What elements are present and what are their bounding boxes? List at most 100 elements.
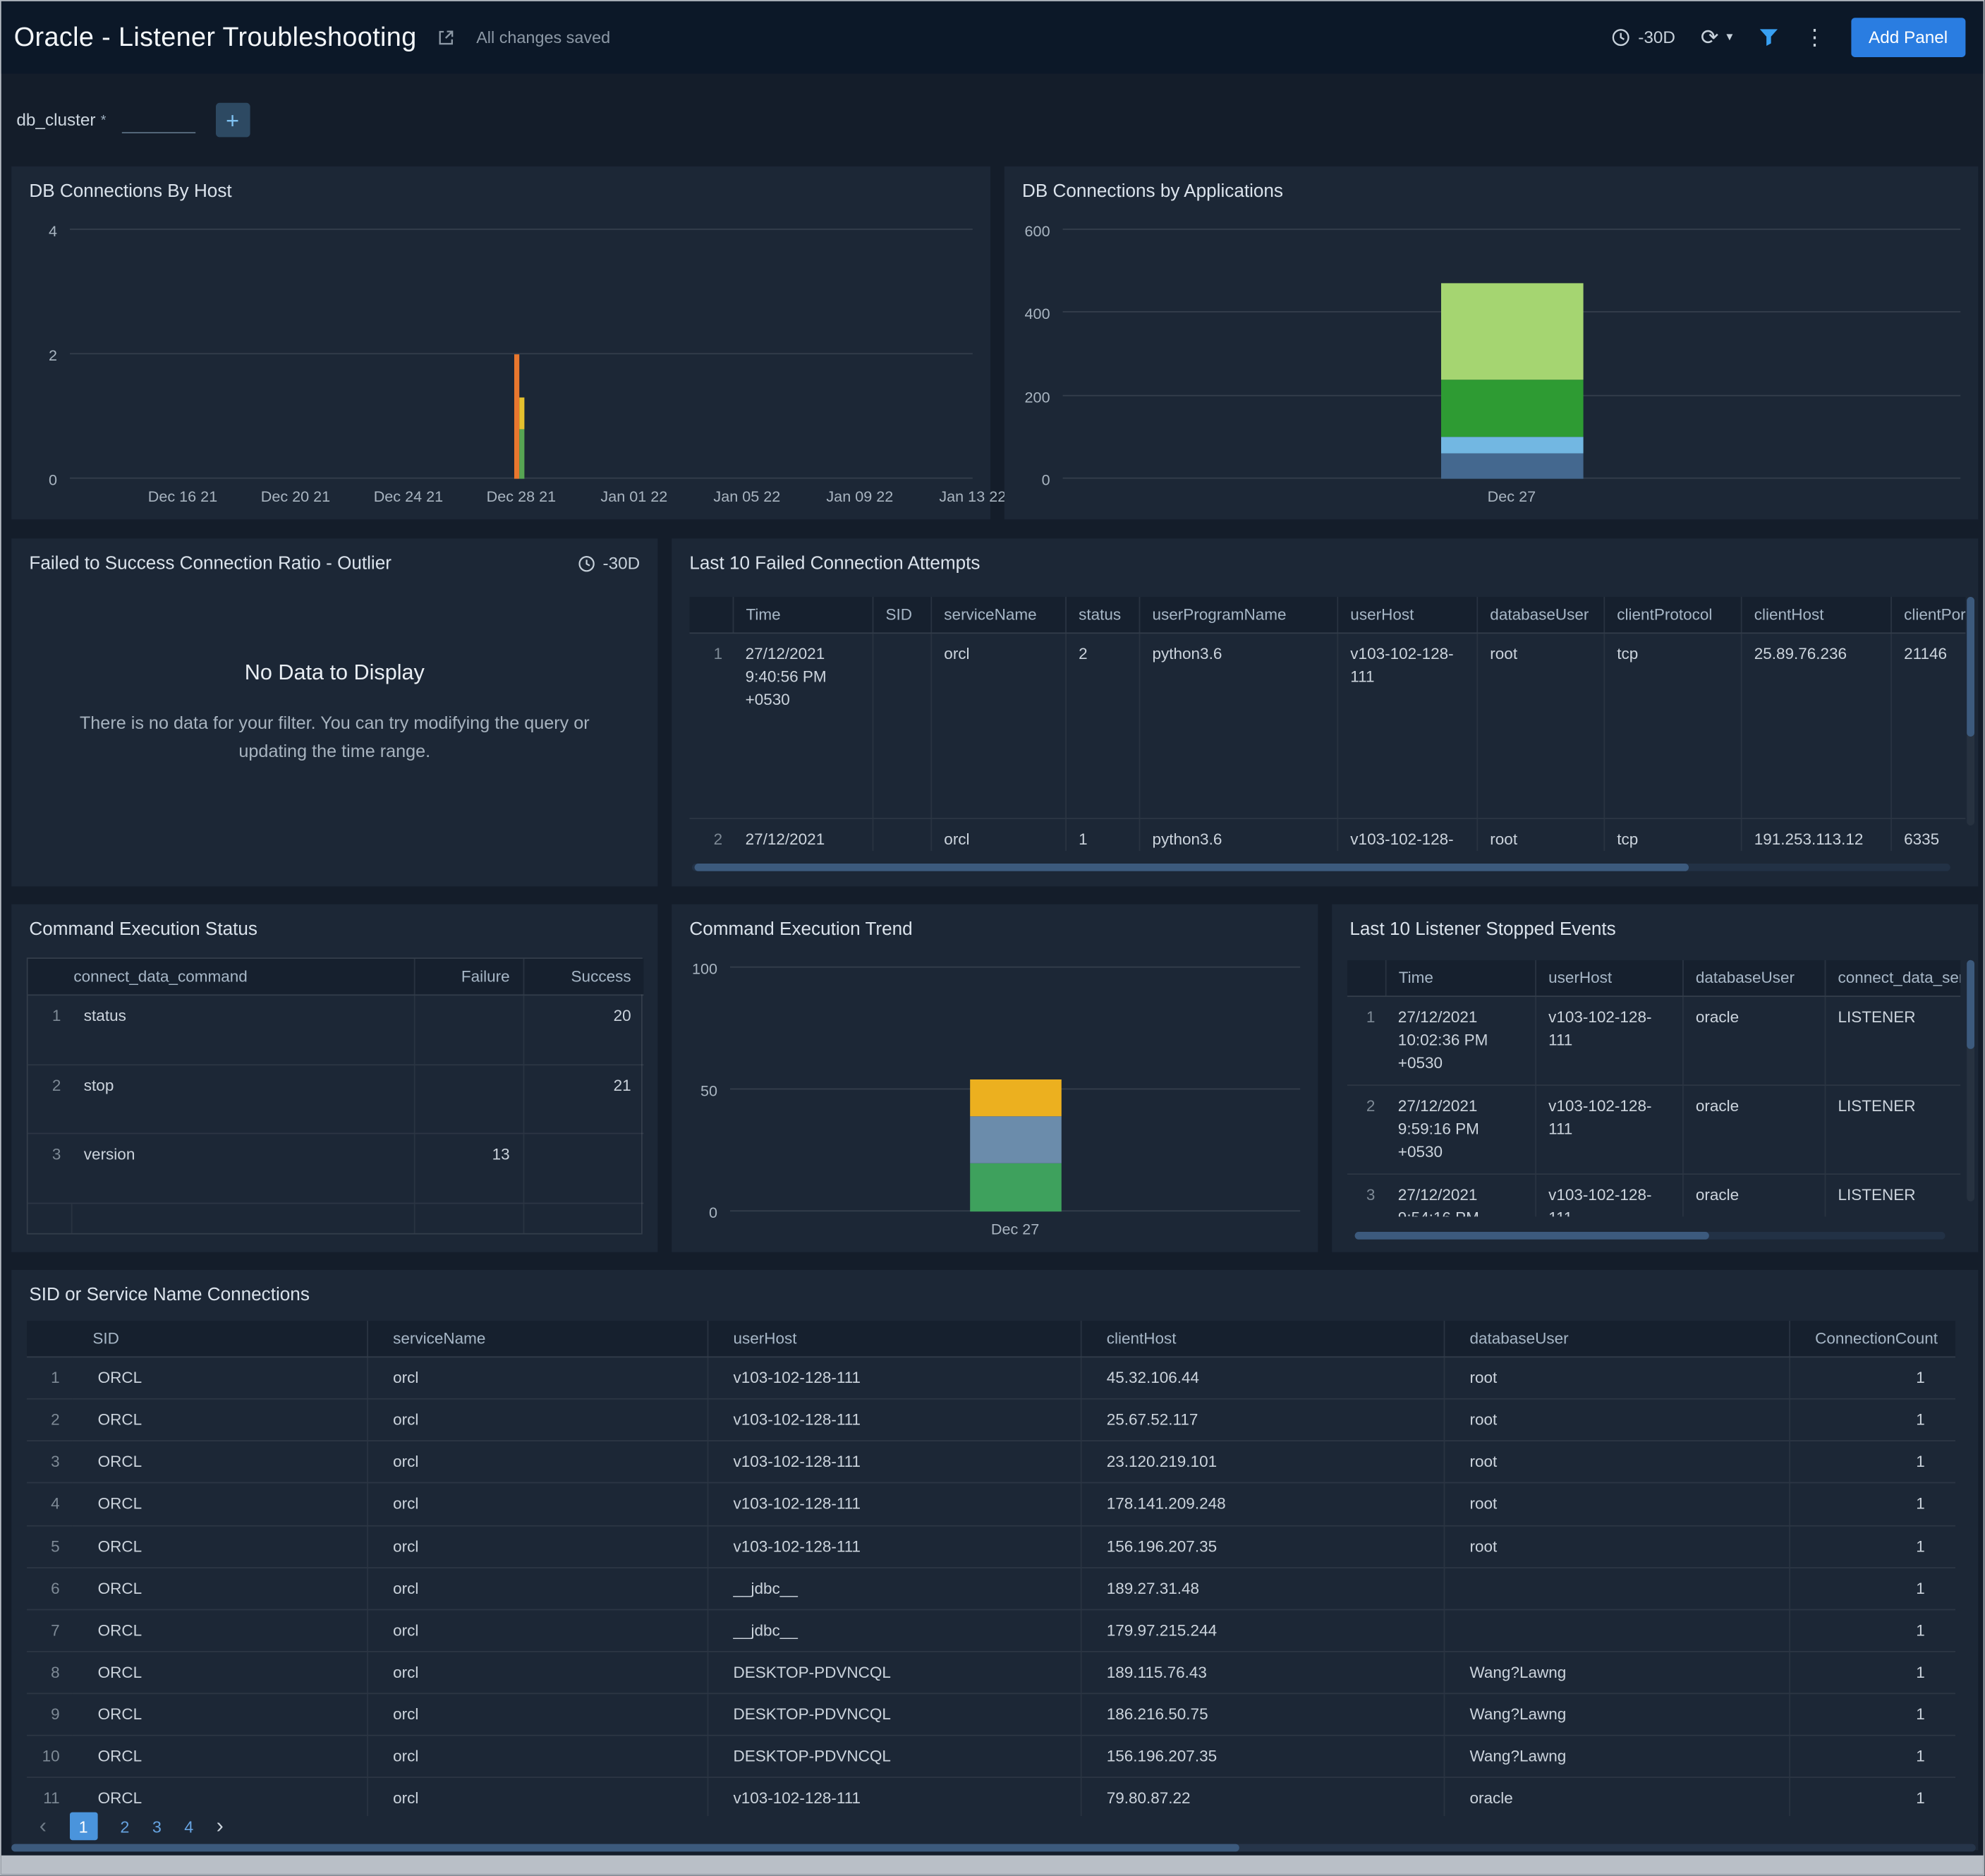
bar-segment [520,429,525,479]
col-connect-data-command[interactable]: connect_data_command [28,959,414,995]
gridline [70,353,973,354]
scrollbar-thumb[interactable] [1967,597,1974,737]
page-button-2[interactable]: 2 [120,1817,129,1836]
col-client-host[interactable]: clientHost [1741,597,1890,633]
refresh-icon: ⟳ [1701,27,1719,49]
page-horizontal-scrollbar[interactable] [11,1844,1976,1852]
refresh-control[interactable]: ⟳ ▾ [1701,27,1733,49]
col-database-user[interactable]: databaseUser [1444,1321,1790,1357]
cell-client-host: 156.196.207.35 [1081,1736,1444,1778]
col-database-user[interactable]: databaseUser [1476,597,1603,633]
clock-icon [578,555,595,572]
row-index: 2 [1347,1085,1385,1174]
row-index: 3 [27,1441,73,1484]
table-row: 2 stop 21 [28,1064,644,1133]
panel-time-range[interactable]: -30D [578,554,641,573]
page-button-1[interactable]: 1 [69,1813,97,1841]
db-cluster-input[interactable] [121,107,195,133]
col-status[interactable]: status [1065,597,1139,633]
cell-service-name: orcl [367,1736,707,1778]
cell-service-name: orcl [367,1441,707,1484]
vertical-scrollbar[interactable] [1967,960,1974,1202]
cell-user-host: v103-102-128-111 [708,1441,1081,1484]
x-tick-label: Dec 28 21 [487,488,556,505]
col-time[interactable]: Time [733,597,873,633]
col-user-program-name[interactable]: userProgramName [1139,597,1337,633]
add-filter-button[interactable]: + [215,103,250,138]
page-button-4[interactable]: 4 [184,1817,193,1836]
time-range-control[interactable]: -30D [1611,28,1675,47]
cell-connect-data-serv: LISTENER [1825,1085,1961,1174]
col-sid[interactable]: SID [27,1321,367,1357]
x-tick-label: Jan 05 22 [713,488,780,505]
col-client-host[interactable]: clientHost [1081,1321,1444,1357]
plot-area [730,960,1300,1211]
prev-page-icon[interactable]: ‹ [40,1813,47,1839]
col-failure[interactable]: Failure [414,959,523,995]
gridline [730,967,1300,968]
scrollbar-thumb[interactable] [11,1844,1239,1852]
add-panel-button[interactable]: Add Panel [1851,18,1966,57]
cell-sid [873,633,931,818]
scrollbar-thumb[interactable] [1967,960,1974,1049]
cell-client-host: 191.253.113.12 [1741,818,1890,851]
cell-connection-count: 1 [1789,1399,1955,1441]
table-row: 11 ORCL orcl v103-102-128-111 79.80.87.2… [27,1778,1955,1816]
col-user-host[interactable]: userHost [708,1321,1081,1357]
panel-title: DB Connections by Applications [1022,181,1283,202]
col-time[interactable]: Time [1385,960,1535,996]
table-row: 7 ORCL orcl __jdbc__ 179.97.215.244 1 [27,1609,1955,1652]
cell-sid [873,818,931,851]
cell-connection-count: 1 [1789,1778,1955,1816]
bar-segment [969,1080,1061,1117]
no-data-message: There is no data for your filter. You ca… [51,708,618,765]
col-sid[interactable]: SID [873,597,931,633]
cell-service-name: orcl [367,1778,707,1816]
cell-database-user: root [1476,818,1603,851]
cell-sid: ORCL [73,1357,368,1399]
scrollbar-thumb[interactable] [1355,1232,1709,1240]
table-row: 2 27/12/2021 4:51:06 PM +0530 orcl 1 pyt… [689,818,1965,851]
y-tick-label: 100 [692,960,717,978]
cell-client-port: 6335 [1890,818,1965,851]
share-icon[interactable] [437,28,456,47]
col-connection-count[interactable]: ConnectionCount [1789,1321,1955,1357]
save-status-text: All changes saved [476,28,610,47]
scrollbar-thumb[interactable] [695,864,1689,871]
table-row: 2 27/12/2021 9:59:16 PM +0530 v103-102-1… [1347,1085,1960,1174]
bar-segment [1440,454,1583,478]
cell-sid: ORCL [73,1693,368,1736]
cell-failure [414,995,523,1064]
next-page-icon[interactable]: › [217,1813,224,1839]
page-button-3[interactable]: 3 [152,1817,162,1836]
panel-command-execution-trend: Command Execution Trend 050100 Dec 27 [672,904,1318,1252]
horizontal-scrollbar[interactable] [692,864,1950,871]
cell-user-host: v103-102-128-111 [708,1778,1081,1816]
filter-icon[interactable] [1758,28,1778,47]
col-client-protocol[interactable]: clientProtocol [1603,597,1740,633]
cell-service-name: orcl [367,1652,707,1694]
panel-title: Command Execution Status [29,919,257,940]
col-client-port[interactable]: clientPort [1890,597,1965,633]
horizontal-scrollbar[interactable] [1355,1232,1945,1240]
time-range-label: -30D [1638,28,1675,47]
row-index: 7 [27,1609,73,1652]
col-user-host[interactable]: userHost [1535,960,1682,996]
vertical-scrollbar[interactable] [1967,597,1974,825]
col-service-name[interactable]: serviceName [367,1321,707,1357]
cell-client-protocol: tcp [1603,818,1740,851]
col-user-host[interactable]: userHost [1337,597,1476,633]
y-tick-label: 50 [700,1082,717,1100]
table-row: 1 ORCL orcl v103-102-128-111 45.32.106.4… [27,1357,1955,1399]
panel-title: Last 10 Failed Connection Attempts [689,554,980,574]
col-connect-data-serv[interactable]: connect_data_serv [1825,960,1961,996]
col-service-name[interactable]: serviceName [930,597,1065,633]
cell-database-user: oracle [1682,996,1825,1085]
kebab-menu-icon[interactable]: ⋮ [1804,27,1826,49]
cell-connection-count: 1 [1789,1357,1955,1399]
panel-title: Failed to Success Connection Ratio - Out… [29,554,391,574]
col-database-user[interactable]: databaseUser [1682,960,1825,996]
col-success[interactable]: Success [523,959,644,995]
plot-area [1063,222,1961,479]
cell-user-host: DESKTOP-PDVNCQL [708,1652,1081,1694]
